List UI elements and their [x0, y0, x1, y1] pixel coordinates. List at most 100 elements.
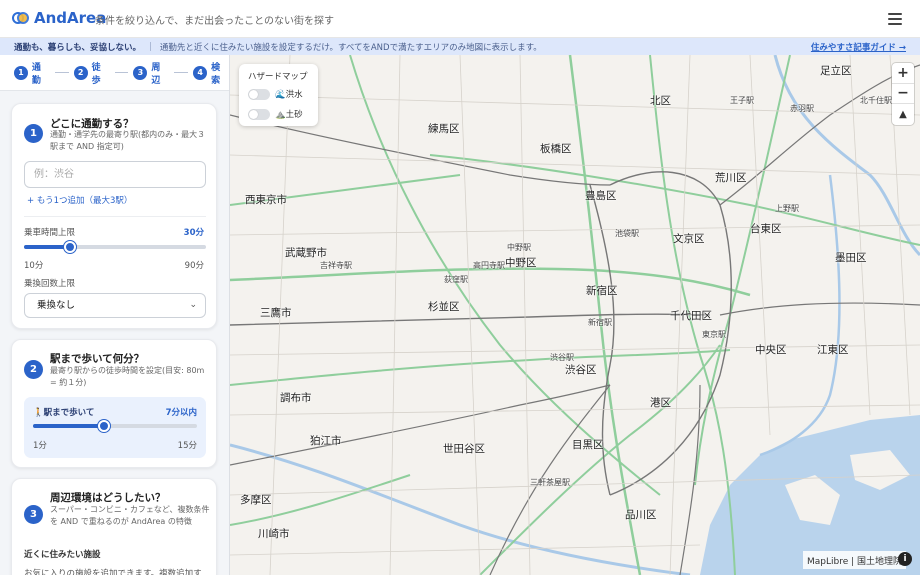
map-station-label: 上野駅 [775, 204, 799, 213]
map-view[interactable]: 足立区 北区 練馬区 板橋区 豊島区 荒川区 文京区 台東区 西東京市 武蔵野市 中野区 杉並区 新宿区… [230, 55, 920, 575]
step-number: 3 [133, 65, 148, 80]
step-connector [114, 72, 129, 73]
logo-icon[interactable] [12, 12, 30, 26]
map-ward-label: 調布市 [280, 392, 312, 404]
card-number: 1 [24, 124, 43, 143]
landslide-label: ⛰️土砂 [275, 110, 303, 120]
step-number: 1 [14, 65, 28, 80]
step-connector [174, 72, 189, 73]
ride-time-slider[interactable] [24, 241, 206, 253]
walk-time-min: 1分 [33, 441, 47, 451]
banner-headline: 通勤も、暮らしも、妥協しない。 [14, 42, 141, 53]
map-ward-label: 品川区 [625, 509, 657, 521]
hazard-panel: ハザードマップ 🌊洪水 ⛰️土砂 [239, 64, 318, 126]
ride-time-min: 10分 [24, 261, 44, 271]
zoom-out-button[interactable]: − [892, 84, 914, 105]
surround-title: 周辺環境はどうしたい？ [50, 492, 166, 504]
banner-separator: | [149, 41, 152, 52]
info-banner: 通勤も、暮らしも、妥協しない。 | 通勤先と近くに住みたい施設を設定するだけ。す… [0, 38, 920, 55]
flood-toggle[interactable] [248, 89, 270, 100]
ride-time-value: 30分 [183, 228, 204, 238]
walk-time-slider[interactable] [33, 420, 197, 432]
facility-heading: 近くに住みたい施設 [24, 550, 101, 560]
map-ward-label: 台東区 [750, 223, 782, 235]
map-ward-label: 世田谷区 [443, 443, 485, 455]
step-label: 通勤 [31, 62, 41, 86]
map-ward-label: 北区 [650, 95, 671, 107]
info-icon[interactable]: i [898, 552, 912, 566]
map-ward-label: 武蔵野市 [285, 247, 327, 259]
step-surround[interactable]: 3 周辺 [133, 60, 169, 86]
divider [24, 216, 206, 217]
map-station-label: 北千住駅 [860, 96, 892, 105]
article-guide-link[interactable]: 住みやすさ記事ガイド → [811, 41, 906, 53]
compass-icon[interactable]: ▲ [892, 104, 914, 125]
app-header: AndArea 条件を絞り込んで、まだ出会ったことのない街を探す [0, 0, 920, 38]
map-ward-label: 西東京市 [245, 194, 287, 206]
map-ward-label: 杉並区 [428, 301, 460, 313]
map-station-label: 新宿駅 [588, 318, 612, 327]
map-ward-label: 中野区 [505, 257, 537, 269]
map-station-label: 池袋駅 [615, 229, 639, 238]
walk-time-box: 🚶駅まで歩いて 7分以内 1分 15分 [24, 397, 206, 458]
rail-line [679, 384, 701, 575]
map-ward-label: 荒川区 [715, 172, 747, 184]
commute-card: 1 どこに通勤する？ 通勤・通学先の最寄り駅(都内のみ・最大３駅まで AND 指… [11, 103, 217, 329]
map-ward-label: 豊島区 [585, 190, 617, 202]
ride-time-max: 90分 [184, 261, 204, 271]
slider-fill [33, 424, 104, 428]
step-label: 周辺 [151, 62, 161, 86]
map-ward-label: 三鷹市 [260, 307, 292, 319]
map-ward-label: 新宿区 [586, 285, 618, 297]
map-station-label: 赤羽駅 [790, 104, 814, 113]
add-station-link[interactable]: + もう1つ追加（最大3駅） [27, 194, 132, 206]
surround-card: 3 周辺環境はどうしたい？ スーパー・コンビニ・カフェなど、複数条件を AND … [11, 478, 217, 575]
card-number: 3 [24, 505, 43, 524]
step-connector [54, 72, 69, 73]
commute-description: 通勤・通学先の最寄り駅(都内のみ・最大３駅まで AND 指定可) [50, 130, 206, 151]
walk-time-max: 15分 [177, 441, 197, 451]
step-search[interactable]: 4 検索 [193, 60, 229, 86]
walk-card: 2 駅まで歩いて何分？ 最寄り駅からの徒歩時間を設定(目安: 80m = 約１分… [11, 339, 217, 468]
step-nav: 1 通勤 2 徒歩 3 周辺 4 検索 [0, 55, 229, 91]
road [694, 55, 791, 486]
zoom-in-button[interactable]: + [892, 63, 914, 84]
map-ward-label: 板橋区 [540, 143, 572, 155]
map-ward-label: 墨田区 [835, 252, 867, 264]
map-ward-label: 目黒区 [572, 439, 604, 451]
map-ward-label: 足立区 [820, 65, 852, 77]
facility-description: お気に入りの施設を追加できます。複数追加す [24, 569, 202, 575]
slider-fill [24, 245, 70, 249]
landslide-toggle[interactable] [248, 109, 270, 120]
map-station-label: 三軒茶屋駅 [530, 478, 570, 487]
map-ward-label: 中央区 [755, 344, 787, 356]
map-station-label: 中野駅 [507, 243, 531, 252]
map-station-label: 東京駅 [702, 330, 726, 339]
step-label: 徒歩 [91, 62, 101, 86]
ride-time-label: 乗車時間上限 [24, 228, 76, 238]
step-walk[interactable]: 2 徒歩 [73, 60, 110, 86]
hazard-title: ハザードマップ [248, 72, 308, 82]
road [230, 349, 731, 386]
map-ward-label: 川崎市 [258, 528, 290, 540]
transfer-select[interactable]: 乗換なし ⌄ [24, 293, 206, 318]
walk-description: 最寄り駅からの徒歩時間を設定(目安: 80m = 約１分) [50, 366, 205, 387]
map-ward-label: 港区 [650, 397, 671, 409]
map-station-label: 王子駅 [730, 96, 754, 105]
toggle-knob [249, 110, 258, 119]
slider-thumb[interactable] [63, 241, 76, 253]
hamburger-menu-icon[interactable] [888, 13, 902, 25]
road [230, 267, 751, 297]
sidebar: 1 通勤 2 徒歩 3 周辺 4 検索 1 どこに通勤する？ 通勤・通学先の最寄り駅(都… [0, 55, 230, 575]
map-ward-label: 狛江市 [310, 435, 342, 447]
map-ward-label: 練馬区 [428, 123, 460, 135]
map-station-label: 吉祥寺駅 [320, 261, 352, 270]
map-station-label: 荻窪駅 [444, 275, 468, 284]
rail-line [719, 302, 920, 316]
slider-thumb[interactable] [97, 420, 110, 432]
map-base-svg [230, 55, 920, 575]
walk-time-label: 🚶駅まで歩いて [33, 408, 95, 418]
station-input[interactable]: 例：渋谷 [24, 161, 206, 188]
map-station-label: 渋谷駅 [550, 353, 574, 362]
step-commute[interactable]: 1 通勤 [14, 60, 50, 86]
